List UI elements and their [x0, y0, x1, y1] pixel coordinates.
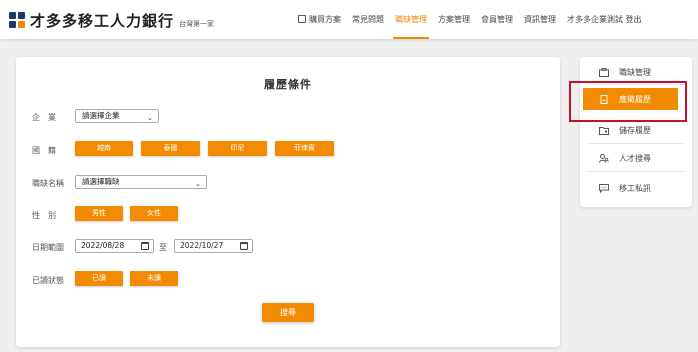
logo-subtitle: 台灣第一家	[179, 19, 215, 28]
nav-plan-management[interactable]: 方案管理	[438, 0, 470, 39]
gender-label: 性 別	[32, 211, 56, 220]
site-logo[interactable]: 才多多移工人力銀行 台灣第一家	[9, 10, 214, 31]
job-select[interactable]: 請選擇職缺 ⌄	[75, 175, 207, 189]
end-date-input[interactable]: 2022/10/27	[174, 239, 253, 253]
nav-account-logout[interactable]: 才多多企業測試 登出	[567, 0, 642, 39]
chevron-down-icon: ⌄	[195, 180, 201, 188]
person-search-icon	[599, 154, 609, 163]
sidebar-item-talent-search[interactable]: 人才搜尋	[580, 147, 692, 169]
calendar-icon[interactable]	[141, 242, 149, 250]
sidebar-item-job-management[interactable]: 職缺管理	[580, 61, 692, 83]
nav-job-management[interactable]: 職缺管理	[393, 0, 429, 39]
top-navigation-bar: 才多多移工人力銀行 台灣第一家 購買方案 常見問題 職缺管理 方案管理 會員管理…	[0, 0, 698, 39]
date-range-label: 日期範圍	[32, 243, 64, 252]
nav-member-management[interactable]: 會員管理	[481, 0, 513, 39]
folder-icon	[599, 126, 609, 135]
nationality-option-vietnam[interactable]: 越南	[75, 141, 133, 156]
calendar-icon[interactable]	[240, 242, 248, 250]
sidebar-menu: 職缺管理 應徵履歷 儲存履歷 人才搜尋 移工私訊	[580, 57, 692, 207]
page-title: 履歷條件	[264, 78, 312, 91]
nav-info-management[interactable]: 資訊管理	[524, 0, 556, 39]
nav-buy-plan[interactable]: 購買方案	[298, 0, 341, 39]
company-label: 企 業	[32, 113, 56, 122]
highlight-annotation-box	[569, 81, 687, 122]
resume-filter-card: 履歷條件 企 業 請選擇企業 ⌄ 國 籍 越南 泰國 印尼 菲律賓 職缺名稱 請…	[16, 57, 560, 347]
job-title-label: 職缺名稱	[32, 179, 64, 188]
nationality-option-philippines[interactable]: 菲律賓	[275, 141, 334, 156]
nationality-label: 國 籍	[32, 146, 56, 155]
gender-option-female[interactable]: 女性	[130, 206, 178, 221]
briefcase-icon	[599, 68, 609, 77]
read-status-option-read[interactable]: 已讀	[75, 271, 123, 286]
gender-option-male[interactable]: 男性	[75, 206, 123, 221]
date-range-separator: 至	[159, 243, 167, 252]
read-status-label: 已讀狀態	[32, 276, 64, 285]
sidebar-divider	[588, 143, 684, 144]
nationality-option-indonesia[interactable]: 印尼	[208, 141, 267, 156]
sidebar-divider	[588, 171, 684, 172]
nav-faq[interactable]: 常見問題	[352, 0, 384, 39]
start-date-input[interactable]: 2022/08/28	[75, 239, 154, 253]
search-button[interactable]: 搜尋	[262, 303, 314, 322]
nationality-option-thailand[interactable]: 泰國	[141, 141, 200, 156]
logo-mark-icon	[9, 12, 26, 29]
read-status-option-unread[interactable]: 未讀	[130, 271, 178, 286]
main-nav: 購買方案 常見問題 職缺管理 方案管理 會員管理 資訊管理 才多多企業測試 登出	[298, 0, 653, 39]
company-select[interactable]: 請選擇企業 ⌄	[75, 109, 159, 123]
sidebar-item-saved-resumes[interactable]: 儲存履歷	[580, 119, 692, 141]
chat-icon	[599, 184, 609, 193]
sidebar-item-worker-messages[interactable]: 移工私訊	[580, 177, 692, 199]
logo-title: 才多多移工人力銀行	[30, 12, 175, 30]
cart-icon	[298, 15, 306, 23]
chevron-down-icon: ⌄	[147, 114, 153, 122]
